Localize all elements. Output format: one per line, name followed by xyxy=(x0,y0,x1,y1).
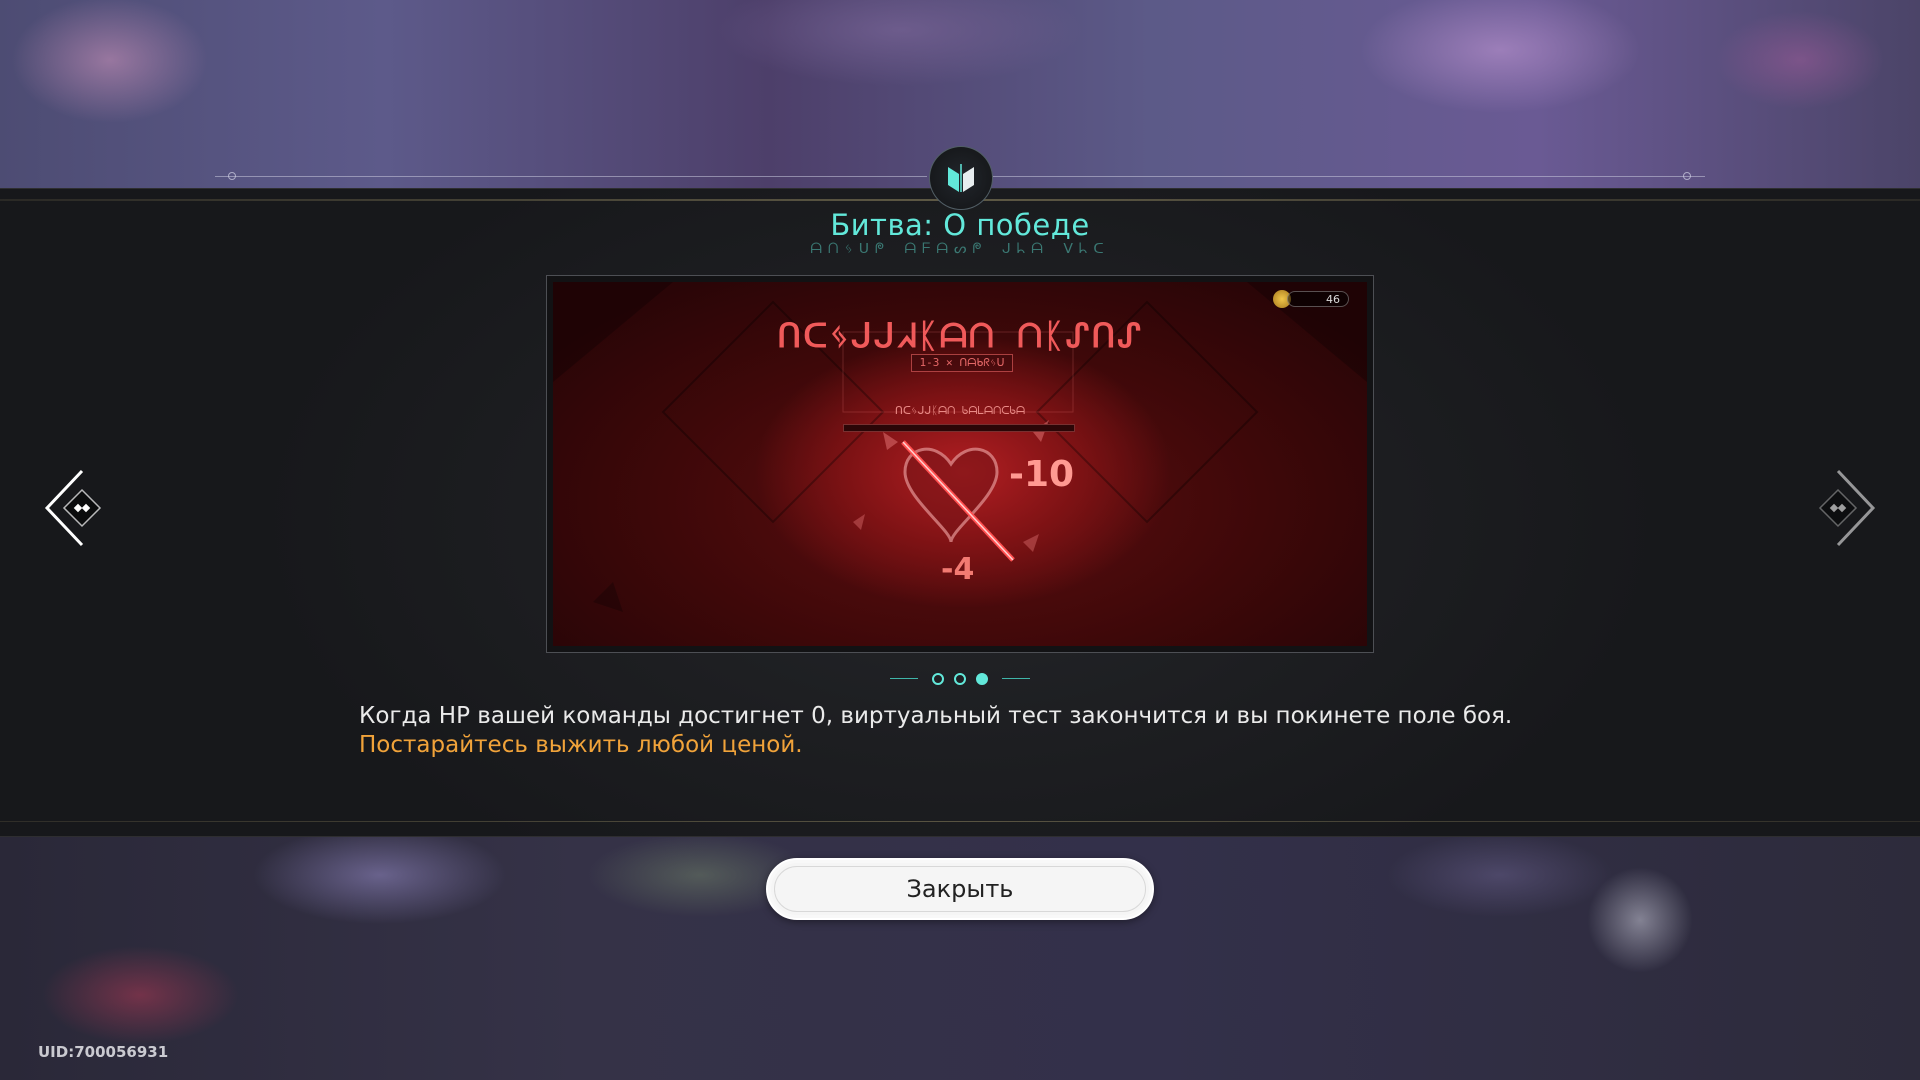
scene-subtitle: ᑎᑕᛃᒍᒍᛕᗩᑎ ᑲᗩᒪᗩᑎᑕᑲᗩ xyxy=(894,404,1026,417)
tutorial-screen: Битва: О победе ᗩᑎᛃᑌᖘ ᗩᖴᗩᔕᖘ ᒍᖺᗩ ᐯᖺᑕ ᑎᑕᛃᒍ… xyxy=(0,0,1920,1080)
scene-title: ᑎᑕᛃᒍᒍᖽᛕᗩᑎ ᑎᛕᔑᑎᔑ xyxy=(777,316,1143,355)
description-highlight-text: Постарайтесь выжить любой ценой. xyxy=(359,732,803,758)
tutorial-image-frame: ᑎᑕᛃᒍᒍᖽᛕᗩᑎ ᑎᛕᔑᑎᔑ 1-3 ✕ ᑎᗩᑲᖇᛃᑌ ᑎᑕᛃᒍᒍᛕᗩᑎ ᑲᗩ… xyxy=(546,275,1374,653)
close-button-label: Закрыть xyxy=(906,875,1014,903)
close-button[interactable]: Закрыть xyxy=(766,858,1154,920)
chevron-right-icon xyxy=(1818,469,1876,547)
ornament-dot-right xyxy=(1683,172,1691,180)
pager-dot-3[interactable] xyxy=(976,673,988,685)
page-indicator xyxy=(0,671,1920,687)
pager-dot-1[interactable] xyxy=(932,673,944,685)
damage-number-small: -4 xyxy=(941,552,975,587)
title-glyph-subtitle: ᗩᑎᛃᑌᖘ ᗩᖴᗩᔕᖘ ᒍᖺᗩ ᐯᖺᑕ xyxy=(810,241,1110,257)
ornament-line-right xyxy=(993,176,1705,177)
damage-number-large: -10 xyxy=(1009,454,1075,495)
next-page-button[interactable] xyxy=(1806,468,1876,548)
scene-stage-label: 1-3 ✕ ᑎᗩᑲᖇᛃᑌ xyxy=(911,354,1013,372)
tutorial-description: Когда HP вашей команды достигнет 0, вирт… xyxy=(359,702,1609,760)
pager-line-right xyxy=(1002,678,1030,679)
scene-counter: 46 xyxy=(1287,291,1349,307)
pager-dot-2[interactable] xyxy=(954,673,966,685)
panel-bottom-divider xyxy=(0,821,1920,822)
user-id: UID:700056931 xyxy=(38,1043,169,1061)
ornament-dot-left xyxy=(228,172,236,180)
pager-line-left xyxy=(890,678,918,679)
tutorial-scene-image: ᑎᑕᛃᒍᒍᖽᛕᗩᑎ ᑎᛕᔑᑎᔑ 1-3 ✕ ᑎᗩᑲᖇᛃᑌ ᑎᑕᛃᒍᒍᛕᗩᑎ ᑲᗩ… xyxy=(553,282,1367,646)
page-title: Битва: О победе xyxy=(830,208,1090,242)
ornament-line-left xyxy=(215,176,927,177)
description-main-text: Когда HP вашей команды достигнет 0, вирт… xyxy=(359,703,1513,729)
previous-page-button[interactable] xyxy=(44,468,114,548)
chevron-left-icon xyxy=(44,469,102,547)
emblem-icon xyxy=(929,146,993,210)
scene-hp-bar xyxy=(843,424,1075,432)
